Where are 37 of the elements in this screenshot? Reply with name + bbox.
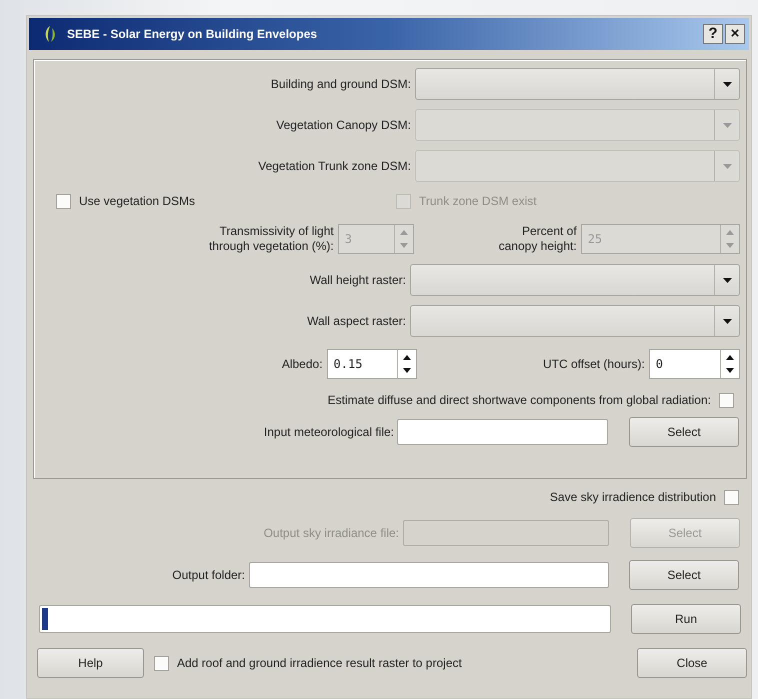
checkbox[interactable] [724, 490, 739, 504]
dropdown-arrow-icon[interactable] [722, 278, 732, 282]
field-label: Output sky irradiance file: [262, 526, 400, 540]
checkbox[interactable] [56, 194, 71, 208]
spin-box[interactable]: 0.15 [326, 349, 417, 379]
checkbox-label: Add roof and ground irradience result raster to project [177, 656, 462, 670]
select-button[interactable]: Select [629, 560, 739, 590]
field-label: Percent of canopy height: [498, 224, 578, 254]
leaf-logo-icon[interactable] [43, 25, 57, 43]
help-button[interactable]: Help [37, 648, 144, 678]
checkbox[interactable] [154, 656, 169, 670]
field-label: Albedo: [280, 356, 324, 372]
text-field[interactable] [397, 419, 608, 445]
field-label: Output folder: [171, 568, 246, 582]
checkbox-label: Use vegetation DSMs [79, 194, 196, 208]
field-label: Save sky irradience distribution [550, 490, 716, 504]
checkbox[interactable] [719, 392, 734, 408]
field-label: Wall aspect raster: [306, 314, 407, 328]
checkbox-label: Trunk zone DSM exist [419, 194, 537, 208]
field-label: Input meteorological file: [262, 424, 395, 440]
field-label: Building and ground DSM: [270, 76, 412, 92]
help-button[interactable]: ? [703, 24, 723, 44]
close-button[interactable]: × [725, 24, 745, 44]
text-field[interactable] [249, 562, 609, 588]
field-label: Wall height raster: [308, 272, 407, 288]
window-title: SEBE - Solar Energy on Building Envelopes [67, 27, 318, 41]
select-button[interactable]: Select [629, 417, 739, 447]
field-label: Estimate diffuse and direct shortwave components from global radiation: [328, 392, 711, 408]
run-button[interactable]: Run [631, 604, 741, 634]
dropdown-arrow-icon[interactable] [722, 82, 732, 86]
dropdown-arrow-icon[interactable] [722, 318, 732, 324]
field-label: Vegetation Canopy DSM: [275, 118, 412, 132]
spin-box[interactable]: 0 [648, 349, 740, 379]
field-label: Transmissivity of light through vegetation (%): [208, 224, 335, 254]
field-label: UTC offset (hours): [542, 356, 646, 372]
field-label: Vegetation Trunk zone DSM: [257, 158, 412, 174]
close-button[interactable]: Close [637, 648, 747, 678]
